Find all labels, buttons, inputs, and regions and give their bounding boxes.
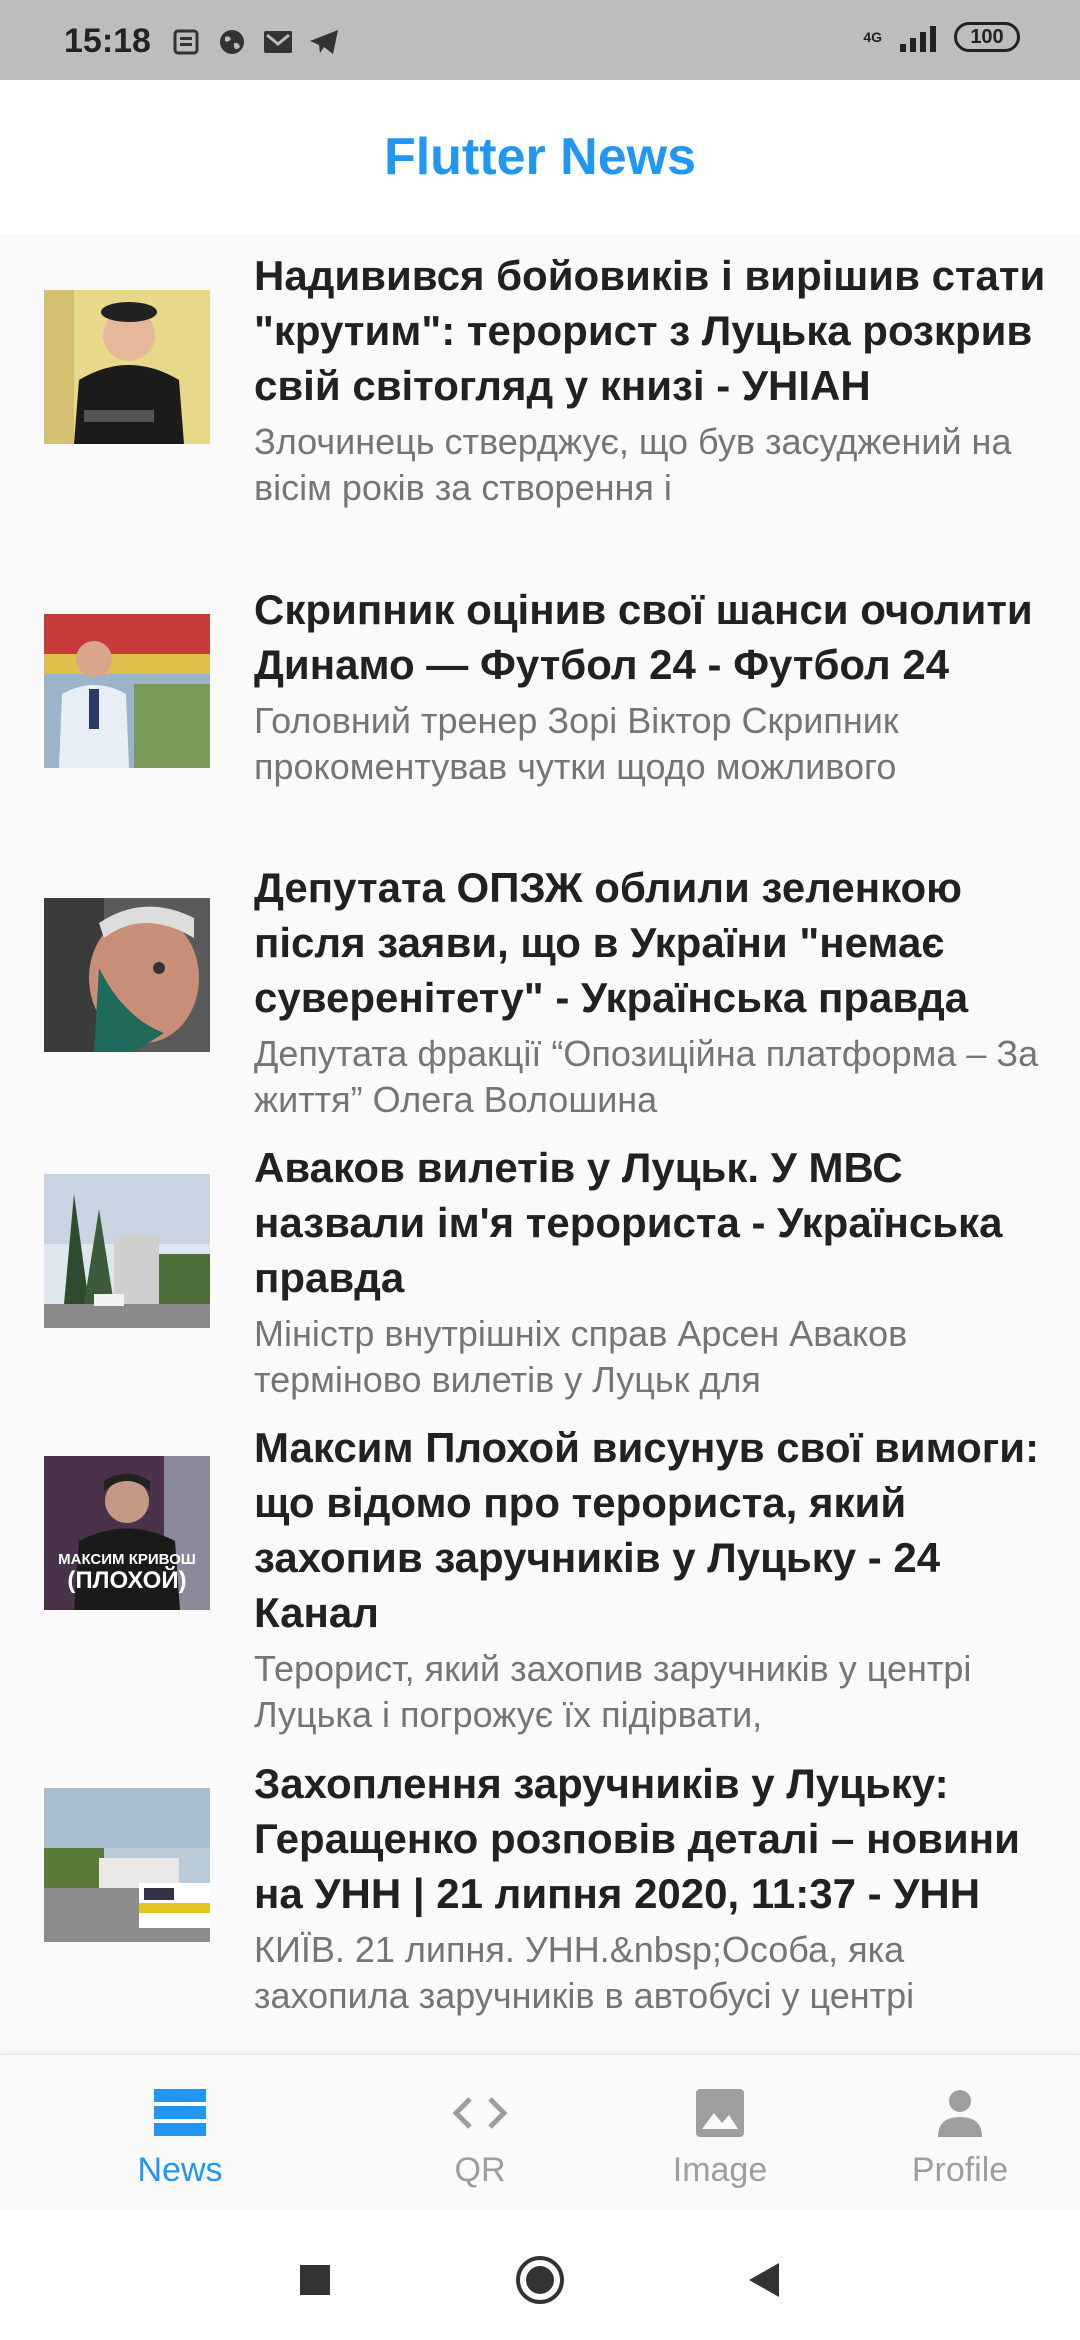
signal-icon bbox=[900, 22, 936, 52]
tab-profile[interactable]: Profile bbox=[840, 2055, 1080, 2211]
article-thumbnail bbox=[44, 290, 210, 444]
tab-label: Image bbox=[672, 2151, 768, 2189]
article-title: Надивився бойовиків і вирішив стати "кру… bbox=[254, 252, 1046, 409]
article-description: Депутата фракції “Опозиційна платформа –… bbox=[254, 1033, 1039, 1120]
globe-icon bbox=[216, 26, 248, 58]
article-thumbnail bbox=[44, 614, 210, 768]
article-description: Злочинець стверджує, що був засуджений н… bbox=[254, 421, 1012, 508]
thumbnail-caption: (ПЛОХОЙ) bbox=[67, 1567, 187, 1594]
article-description: Терорист, який захопив заручників у цент… bbox=[254, 1648, 972, 1735]
back-triangle-icon[interactable] bbox=[738, 2255, 788, 2305]
app-title: Flutter News bbox=[383, 128, 697, 186]
tab-news[interactable]: News bbox=[60, 2055, 300, 2211]
notification-icons bbox=[170, 26, 340, 58]
article-thumbnail bbox=[44, 1174, 210, 1328]
network-type: 4G bbox=[863, 29, 882, 45]
battery-icon: 100 bbox=[954, 22, 1020, 52]
app-bar: Flutter News bbox=[0, 80, 1080, 234]
tab-qr[interactable]: QR bbox=[360, 2055, 600, 2211]
article-title: Захоплення заручників у Луцьку: Геращенк… bbox=[254, 1760, 1020, 1917]
status-bar: 15:18 4G 100 bbox=[0, 0, 1080, 80]
news-app-icon bbox=[170, 26, 202, 58]
home-circle-icon[interactable] bbox=[515, 2255, 565, 2305]
tab-label: QR bbox=[454, 2151, 506, 2189]
tab-image[interactable]: Image bbox=[600, 2055, 840, 2211]
tab-label: Profile bbox=[911, 2151, 1009, 2189]
article-title: Депутата ОПЗЖ облили зеленкою після заяв… bbox=[254, 864, 969, 1021]
recents-square-icon[interactable] bbox=[290, 2255, 340, 2305]
status-right: 4G 100 bbox=[863, 22, 1020, 52]
system-navigation-bar bbox=[0, 2210, 1080, 2340]
article-thumbnail bbox=[44, 898, 210, 1052]
bottom-navigation: News QR Image Profile bbox=[0, 2054, 1080, 2211]
article-description: Міністр внутрішніх справ Арсен Аваков те… bbox=[254, 1313, 908, 1400]
news-list[interactable]: Надивився бойовиків і вирішив стати "кру… bbox=[0, 234, 1080, 2054]
article-description: Головний тренер Зорі Віктор Скрипник про… bbox=[254, 700, 899, 787]
news-icon bbox=[152, 2083, 208, 2143]
tab-label: News bbox=[137, 2151, 223, 2189]
article-title: Максим Плохой висунув свої вимоги: що ві… bbox=[254, 1424, 1040, 1636]
article-title: Скрипник оцінив свої шанси очолити Динам… bbox=[254, 586, 1033, 688]
person-icon bbox=[934, 2083, 986, 2143]
thumbnail-caption: МАКСИМ КРИВОШ bbox=[58, 1551, 196, 1568]
article-thumbnail: МАКСИМ КРИВОШ (ПЛОХОЙ) bbox=[44, 1456, 210, 1610]
article-thumbnail bbox=[44, 1788, 210, 1942]
article-title: Аваков вилетів у Луцьк. У МВС назвали ім… bbox=[254, 1144, 1003, 1301]
battery-level: 100 bbox=[970, 25, 1004, 48]
article-description: КИЇВ. 21 липня. УНН.&nbsp;Особа, яка зах… bbox=[254, 1929, 915, 2016]
telegram-icon bbox=[308, 26, 340, 58]
mail-icon bbox=[262, 26, 294, 58]
code-icon bbox=[450, 2083, 510, 2143]
image-icon bbox=[694, 2083, 746, 2143]
status-time: 15:18 bbox=[64, 22, 151, 60]
